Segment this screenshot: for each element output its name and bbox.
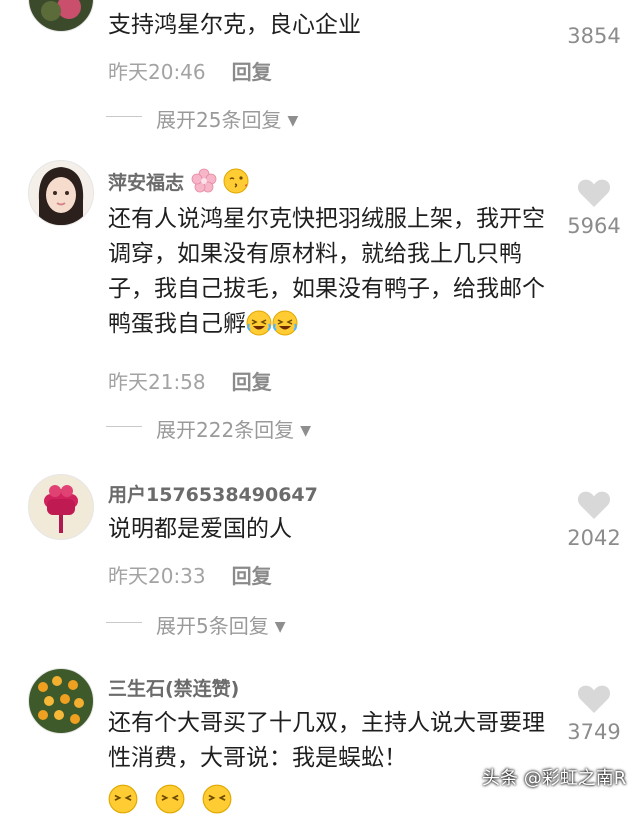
divider <box>106 622 142 623</box>
comment-meta: 昨天21:58 回复 <box>108 366 272 395</box>
comment-meta: 昨天20:46 回复 <box>108 56 272 85</box>
like-count: 2042 <box>567 526 621 550</box>
avatar-image <box>41 0 81 21</box>
reply-button[interactable]: 回复 <box>232 370 272 394</box>
comment-time: 昨天21:58 <box>108 370 206 394</box>
expand-replies-label: 展开222条回复 <box>156 418 295 442</box>
avatar[interactable] <box>28 474 94 540</box>
caret-down-icon: ▼ <box>287 113 299 129</box>
expand-replies-label: 展开25条回复 <box>156 108 282 132</box>
heart-icon <box>577 491 611 519</box>
heart-icon <box>577 685 611 713</box>
like-count: 3854 <box>567 24 621 48</box>
username-text: 萍安福志 <box>108 172 185 194</box>
laughing-crying-emoji-icon <box>155 784 185 814</box>
reply-button[interactable]: 回复 <box>232 60 272 84</box>
caret-down-icon: ▼ <box>300 423 311 439</box>
expand-replies-label: 展开5条回复 <box>156 614 269 638</box>
laughing-crying-emoji-icon <box>272 310 298 336</box>
comment-time: 昨天20:46 <box>108 60 206 84</box>
like-button[interactable]: 2042 <box>564 490 624 550</box>
like-button[interactable]: 3749 <box>564 684 624 744</box>
comment-time: 昨天20:33 <box>108 564 206 588</box>
kissing-emoji-icon <box>223 168 249 194</box>
like-count: 5964 <box>567 214 621 238</box>
comment-text: 支持鸿星尔克，良心企业 <box>108 12 361 38</box>
avatar-image <box>44 485 78 533</box>
like-button[interactable]: 3854 <box>564 18 624 48</box>
divider <box>106 116 142 117</box>
laughing-crying-emoji-icon <box>246 310 272 336</box>
caret-down-icon: ▼ <box>274 619 286 635</box>
avatar-image <box>32 167 90 225</box>
comment-meta: 昨天20:33 回复 <box>108 560 272 589</box>
comment-username[interactable]: 萍安福志 <box>108 168 249 195</box>
emoji-row <box>108 784 232 814</box>
comment-text-content: 还有人说鸿星尔克快把羽绒服上架，我开空调穿，如果没有原材料，就给我上几只鸭子，我… <box>108 206 545 337</box>
comment-username[interactable]: 用户1576538490647 <box>108 480 318 507</box>
divider <box>106 426 142 427</box>
comment-text: 说明都是爱国的人 <box>108 516 292 542</box>
watermark: 头条 @彩虹之南R <box>482 768 627 789</box>
avatar[interactable] <box>28 0 94 32</box>
avatar-image <box>38 676 84 724</box>
comment-username[interactable]: 三生石(禁连赞) <box>108 674 239 701</box>
avatar[interactable] <box>28 668 94 734</box>
comment-text: 还有人说鸿星尔克快把羽绒服上架，我开空调穿，如果没有原材料，就给我上几只鸭子，我… <box>108 202 548 342</box>
heart-icon <box>577 179 611 207</box>
reply-button[interactable]: 回复 <box>232 564 272 588</box>
cherry-blossom-emoji-icon <box>191 168 217 193</box>
avatar[interactable] <box>28 160 94 226</box>
like-count: 3749 <box>567 720 621 744</box>
laughing-crying-emoji-icon <box>108 784 138 814</box>
like-button[interactable]: 5964 <box>564 178 624 238</box>
laughing-crying-emoji-icon <box>202 784 232 814</box>
